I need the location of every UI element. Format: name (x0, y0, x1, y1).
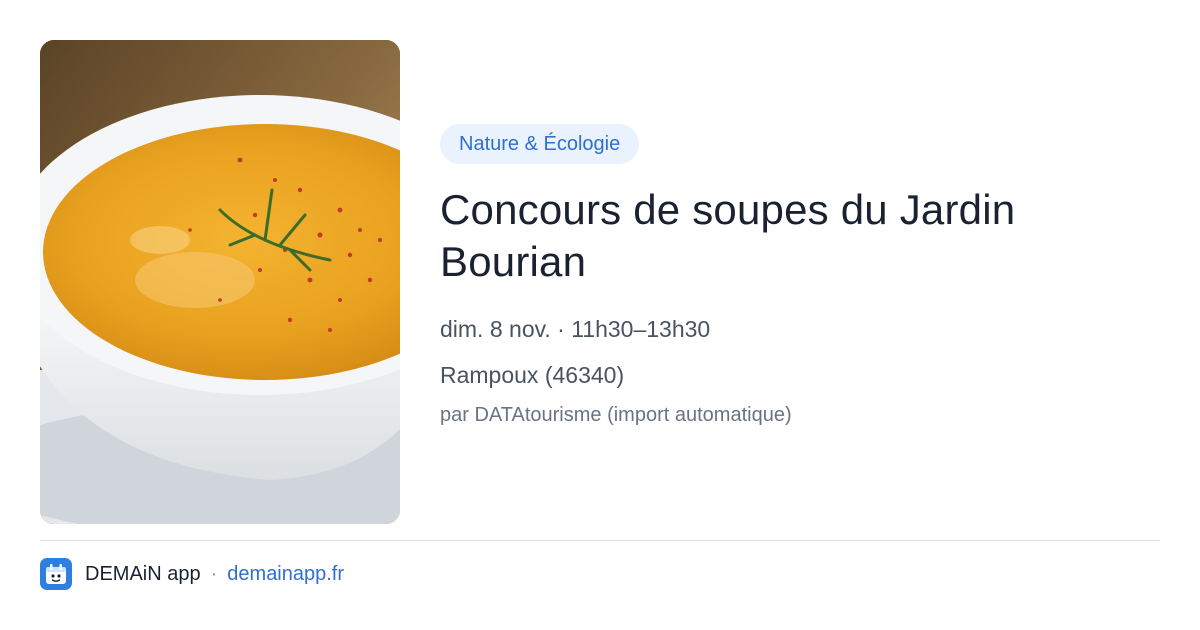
category-badge[interactable]: Nature & Écologie (440, 124, 640, 164)
event-source: par DATAtourisme (import automatique) (440, 404, 792, 426)
footer-divider (40, 540, 1160, 541)
event-title: Concours de soupes du Jardin Bourian (440, 186, 1016, 285)
event-location: Rampoux (46340) (440, 362, 625, 388)
event-details: Nature & Écologie Concours de soupes du … (440, 124, 1160, 428)
app-logo-icon[interactable] (40, 558, 72, 590)
footer: DEMAiN app · demainapp.fr (40, 558, 344, 590)
app-name: DEMAiN app (85, 562, 201, 585)
event-datetime: dim. 8 nov. · 11h30–13h30 (440, 316, 711, 342)
event-image (40, 40, 400, 524)
footer-separator: · (210, 562, 218, 585)
app-website-link[interactable]: demainapp.fr (227, 563, 344, 586)
